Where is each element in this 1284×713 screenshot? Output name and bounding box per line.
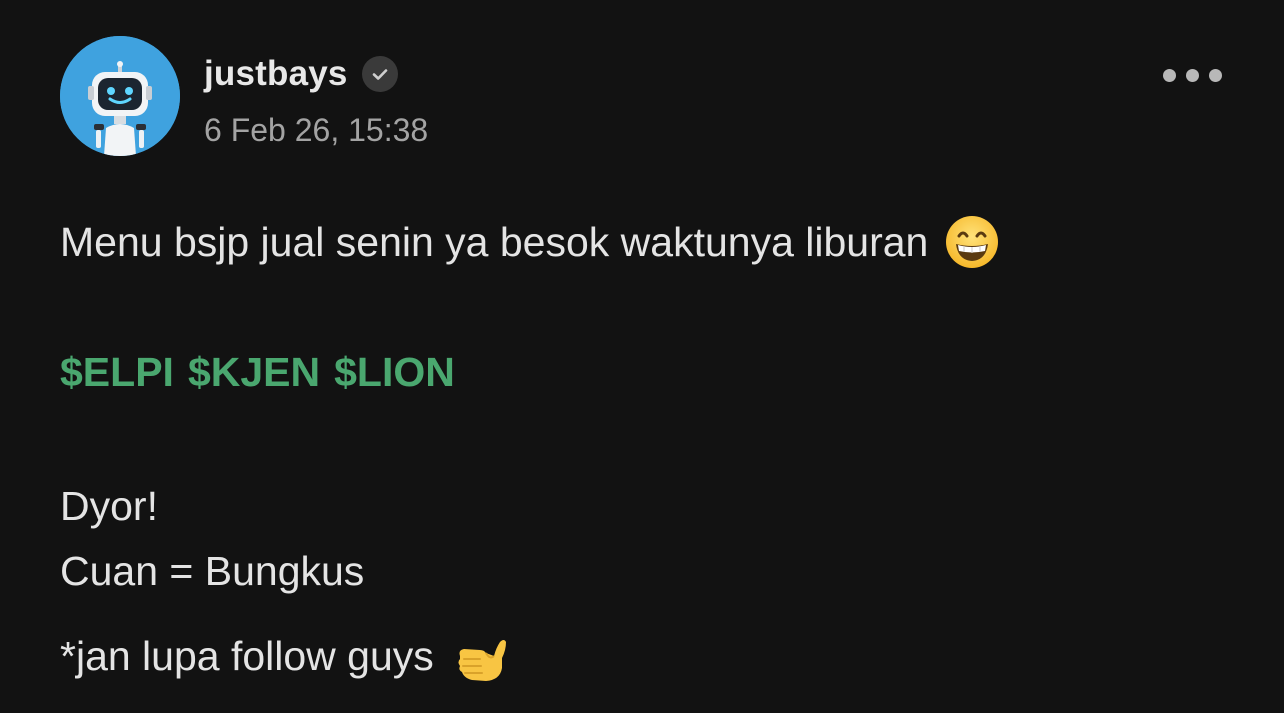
grinning-face-icon <box>944 214 1000 270</box>
post-card: justbays 6 Feb 26, 15:38 Menu bsjp jual … <box>0 0 1284 713</box>
ticker-link[interactable]: $ELPI <box>60 349 174 396</box>
username[interactable]: justbays <box>204 54 348 94</box>
ticker-link[interactable]: $LION <box>334 349 455 396</box>
more-options-icon <box>1208 68 1222 82</box>
verified-badge-icon <box>361 56 398 92</box>
robot-avatar-icon <box>60 36 180 156</box>
more-options-button[interactable] <box>1150 58 1234 92</box>
call-me-hand-icon <box>450 626 510 686</box>
post-text-line-1: Menu bsjp jual senin ya besok waktunya l… <box>60 218 929 265</box>
post-line-1: Menu bsjp jual senin ya besok waktunya l… <box>60 214 1000 270</box>
author-row: justbays <box>204 52 428 96</box>
post-header: justbays 6 Feb 26, 15:38 <box>204 52 428 149</box>
post-line-cuan: Cuan = Bungkus <box>60 543 364 599</box>
ticker-link[interactable]: $KJEN <box>188 349 320 396</box>
post-text-cuan: Cuan = Bungkus <box>60 547 365 594</box>
avatar[interactable] <box>60 36 180 156</box>
post-timestamp: 6 Feb 26, 15:38 <box>204 112 429 148</box>
more-options-icon <box>1162 68 1176 82</box>
post-text-follow: *jan lupa follow guys <box>60 632 434 679</box>
post-line-follow: *jan lupa follow guys <box>60 626 510 686</box>
ticker-list: $ELPI $KJEN $LION <box>60 344 455 400</box>
post-text-dyor: Dyor! <box>60 482 158 529</box>
post-line-dyor: Dyor! <box>60 478 158 534</box>
more-options-icon <box>1185 68 1199 82</box>
